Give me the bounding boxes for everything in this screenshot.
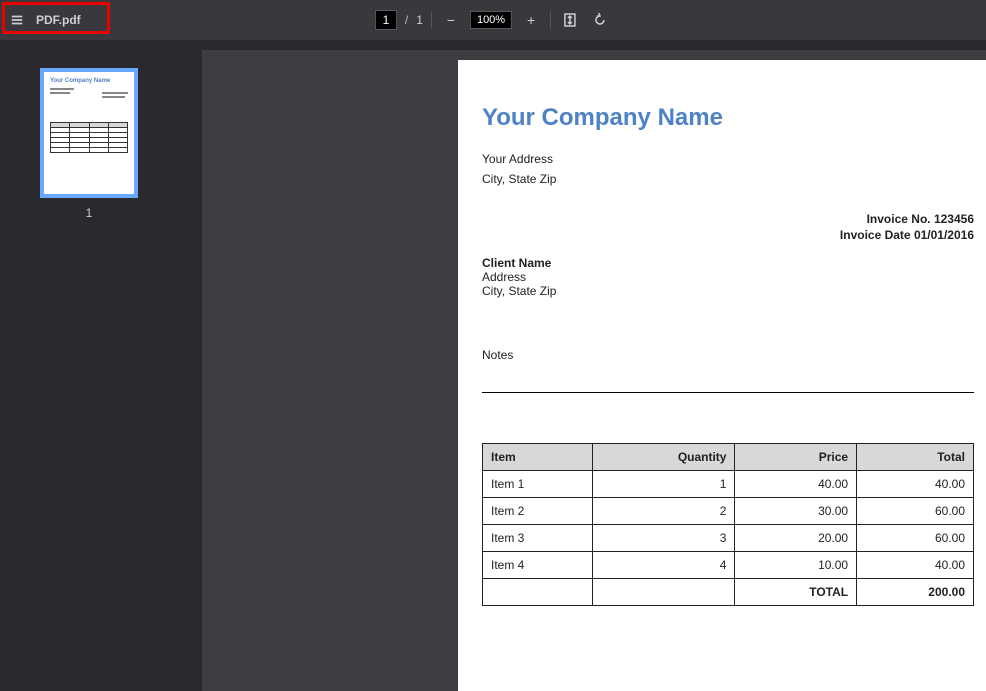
your-address-line2: City, State Zip: [482, 170, 974, 188]
pdf-viewer-toolbar: PDF.pdf / 1 − 100% +: [0, 0, 986, 40]
page-thumbnail[interactable]: Your Company Name: [40, 68, 138, 198]
thumbnail-item[interactable]: Your Company Name: [40, 68, 138, 220]
page-total: 1: [416, 13, 423, 27]
cell-total: 40.00: [857, 471, 974, 498]
cell-price: 30.00: [735, 498, 857, 525]
your-address-line1: Your Address: [482, 150, 974, 168]
client-address-line2: City, State Zip: [482, 284, 974, 298]
footer-total-value: 200.00: [857, 579, 974, 606]
th-item: Item: [483, 444, 593, 471]
cell-item: Item 1: [483, 471, 593, 498]
page-separator: /: [405, 13, 408, 27]
page-viewer[interactable]: Your Company Name Your Address City, Sta…: [178, 40, 986, 691]
th-total: Total: [857, 444, 974, 471]
cell-total: 40.00: [857, 552, 974, 579]
invoice-date-value: 01/01/2016: [914, 228, 974, 242]
client-name: Client Name: [482, 256, 974, 270]
invoice-number: Invoice No. 123456: [482, 212, 974, 226]
cell-qty: 2: [592, 498, 735, 525]
page-number-input[interactable]: [375, 10, 397, 30]
fit-page-button[interactable]: [559, 9, 581, 31]
table-row: Item 3 3 20.00 60.00: [483, 525, 974, 552]
rotate-button[interactable]: [589, 9, 611, 31]
table-row: Item 2 2 30.00 60.00: [483, 498, 974, 525]
cell-qty: 4: [592, 552, 735, 579]
pdf-page: Your Company Name Your Address City, Sta…: [458, 60, 986, 691]
toolbar-divider: [431, 12, 432, 28]
cell-item: Item 4: [483, 552, 593, 579]
zoom-out-button[interactable]: −: [440, 9, 462, 31]
thumbnail-sidebar: Your Company Name: [0, 40, 178, 691]
document-filename: PDF.pdf: [36, 13, 81, 27]
client-address-line1: Address: [482, 270, 974, 284]
toolbar-divider: [550, 12, 551, 28]
invoice-date-label: Invoice Date: [840, 228, 914, 242]
zoom-in-button[interactable]: +: [520, 9, 542, 31]
th-quantity: Quantity: [592, 444, 735, 471]
company-name: Your Company Name: [482, 104, 974, 132]
cell-price: 10.00: [735, 552, 857, 579]
sidebar-toggle-icon[interactable]: [8, 13, 26, 27]
cell-item: Item 2: [483, 498, 593, 525]
invoice-number-label: Invoice No.: [867, 212, 934, 226]
thumbnail-page-number: 1: [86, 206, 93, 220]
invoice-number-value: 123456: [934, 212, 974, 226]
cell-qty: 3: [592, 525, 735, 552]
footer-total-label: TOTAL: [735, 579, 857, 606]
table-header-row: Item Quantity Price Total: [483, 444, 974, 471]
table-row: Item 4 4 10.00 40.00: [483, 552, 974, 579]
cell-item: Item 3: [483, 525, 593, 552]
table-row: Item 1 1 40.00 40.00: [483, 471, 974, 498]
zoom-level-display[interactable]: 100%: [470, 11, 512, 29]
footer-empty: [483, 579, 593, 606]
invoice-table: Item Quantity Price Total Item 1 1 40.00…: [482, 443, 974, 606]
cell-total: 60.00: [857, 525, 974, 552]
table-footer-row: TOTAL 200.00: [483, 579, 974, 606]
invoice-date: Invoice Date 01/01/2016: [482, 228, 974, 242]
cell-qty: 1: [592, 471, 735, 498]
footer-empty: [592, 579, 735, 606]
notes-label: Notes: [482, 348, 974, 362]
cell-price: 40.00: [735, 471, 857, 498]
notes-rule: [482, 392, 974, 393]
cell-total: 60.00: [857, 498, 974, 525]
th-price: Price: [735, 444, 857, 471]
cell-price: 20.00: [735, 525, 857, 552]
